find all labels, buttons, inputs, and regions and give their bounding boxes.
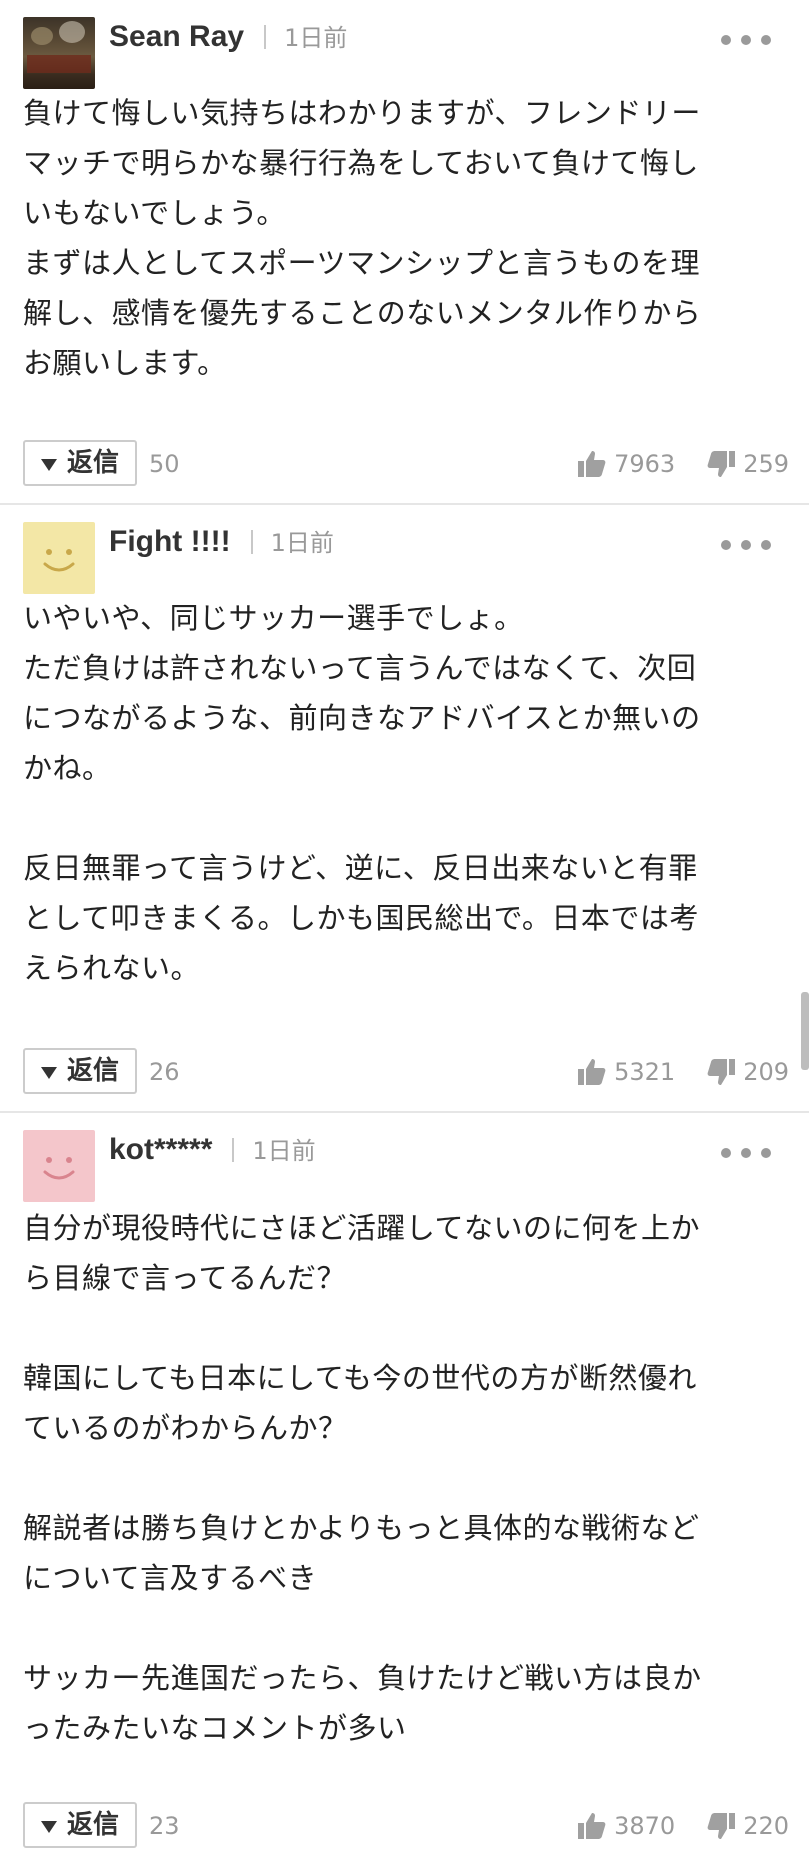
reply-count: 50: [149, 450, 180, 478]
dislike-count: 259: [743, 450, 789, 478]
thumbs-down-icon: [707, 1059, 736, 1085]
reply-button[interactable]: 返信: [23, 1048, 137, 1094]
comment-footer: 返信 23 3870 220: [23, 1802, 789, 1850]
username-label[interactable]: kot*****: [109, 1133, 212, 1166]
smiley-face-icon: [43, 1157, 75, 1180]
reply-count: 26: [149, 1058, 180, 1086]
comment-text: 自分が現役時代にさほど活躍してないのに何を上か ら目線で言ってるんだ？ 韓国にし…: [23, 1211, 702, 1745]
comment-header: kot***** 1日前: [23, 1130, 789, 1204]
comment-header: Sean Ray 1日前: [23, 17, 789, 91]
username[interactable]: kot***** 1日前: [109, 1132, 316, 1169]
like-button[interactable]: 5321: [576, 1056, 675, 1088]
username[interactable]: Sean Ray 1日前: [109, 19, 347, 56]
comment-text: いやいや、同じサッカー選手でしょ。 ただ負けは許されないって言うんではなくて、次…: [23, 601, 701, 985]
comment-header: Fight !!!! 1日前: [23, 522, 789, 596]
dislike-button[interactable]: 220: [705, 1810, 789, 1842]
dislike-count: 209: [743, 1058, 789, 1086]
username-label[interactable]: Fight !!!!: [109, 525, 231, 558]
like-button[interactable]: 3870: [576, 1810, 675, 1842]
scrollbar-thumb[interactable]: [801, 992, 809, 1070]
timestamp: 1日前: [252, 1137, 316, 1165]
avatar[interactable]: [23, 1130, 95, 1202]
separator: [232, 1138, 235, 1162]
thumbs-up-icon: [578, 451, 606, 477]
smiley-face-icon: [43, 549, 75, 572]
like-button[interactable]: 7963: [576, 448, 675, 480]
avatar[interactable]: [23, 17, 95, 89]
thumbs-up-icon: [578, 1059, 606, 1085]
vote-bar: 3870 220: [576, 1808, 789, 1844]
caret-down-icon: [41, 459, 57, 471]
username-label[interactable]: Sean Ray: [109, 20, 244, 53]
dislike-button[interactable]: 209: [705, 1056, 789, 1088]
comment-text: 負けて悔しい気持ちはわかりますが、フレンドリー マッチで明らかな暴行行為をしてお…: [23, 96, 702, 380]
more-options-icon[interactable]: [721, 536, 771, 552]
avatar[interactable]: [23, 522, 95, 594]
comment-footer: 返信 50 7963 259: [23, 440, 789, 488]
separator: [250, 530, 253, 554]
vote-bar: 5321 209: [576, 1054, 789, 1090]
reply-label: 返信: [67, 1056, 120, 1086]
reply-count: 23: [149, 1812, 180, 1840]
dislike-count: 220: [743, 1812, 789, 1840]
caret-down-icon: [41, 1821, 57, 1833]
vote-bar: 7963 259: [576, 446, 789, 482]
reply-label: 返信: [67, 448, 120, 478]
comment-footer: 返信 26 5321 209: [23, 1048, 789, 1096]
reply-button[interactable]: 返信: [23, 1802, 137, 1848]
comment-item: kot***** 1日前 自分が現役時代にさほど活躍してないのに何を上か ら目線で…: [0, 1113, 809, 1866]
thumbs-up-icon: [578, 1813, 606, 1839]
reply-button[interactable]: 返信: [23, 440, 137, 486]
thumbs-down-icon: [707, 451, 736, 477]
like-count: 5321: [614, 1058, 676, 1086]
more-options-icon[interactable]: [721, 1144, 771, 1160]
thumbs-down-icon: [707, 1813, 736, 1839]
reply-label: 返信: [67, 1810, 120, 1840]
comment-item: Fight !!!! 1日前 いやいや、同じサッカー選手でしょ。 ただ負けは許され…: [0, 505, 809, 1113]
dislike-button[interactable]: 259: [705, 448, 789, 480]
more-options-icon[interactable]: [721, 31, 771, 47]
timestamp: 1日前: [270, 529, 334, 557]
timestamp: 1日前: [284, 24, 348, 52]
separator: [264, 25, 267, 49]
username[interactable]: Fight !!!! 1日前: [109, 524, 334, 561]
comment-item: Sean Ray 1日前 負けて悔しい気持ちはわかりますが、フレンドリー マッチで…: [0, 0, 809, 505]
caret-down-icon: [41, 1067, 57, 1079]
like-count: 3870: [614, 1812, 676, 1840]
like-count: 7963: [614, 450, 676, 478]
